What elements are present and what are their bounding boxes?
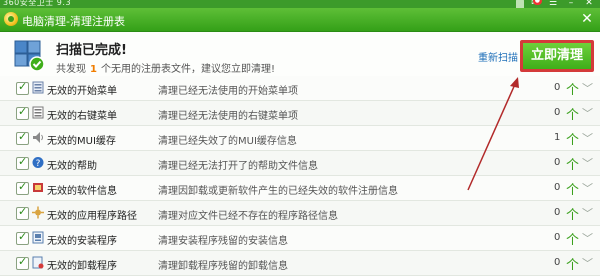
- chevron-down-icon[interactable]: ﹀: [582, 155, 593, 171]
- up-arrow-icon[interactable]: 个: [566, 204, 579, 223]
- up-arrow-icon[interactable]: 个: [566, 129, 579, 148]
- list-item[interactable]: 无效的安装程序 清理安装程序残留的安装信息 0个﹀: [0, 226, 600, 251]
- item-count: 0: [554, 82, 561, 93]
- item-description: 清理已经失效了的MUI缓存信息: [158, 136, 297, 147]
- dialog-title: 电脑清理-清理注册表: [22, 15, 125, 28]
- item-name: 无效的应用程序路径: [47, 211, 137, 222]
- list-item[interactable]: 无效的右键菜单 清理已经无法使用的右键菜单项 0个﹀: [0, 101, 600, 126]
- item-checkbox[interactable]: [16, 205, 29, 220]
- app-window-chrome: 360安全卫士 9.3 ✉● ☰ – ✕: [0, 0, 600, 8]
- up-arrow-icon[interactable]: 个: [566, 154, 579, 173]
- rescan-link[interactable]: 重新扫描: [478, 49, 518, 64]
- item-checkbox[interactable]: [16, 105, 29, 120]
- item-description: 清理已经无法使用的开始菜单项: [158, 86, 298, 97]
- chevron-down-icon[interactable]: ﹀: [582, 255, 593, 271]
- scan-complete-heading: 扫描已完成!: [56, 43, 127, 58]
- up-arrow-icon[interactable]: 个: [566, 179, 579, 198]
- item-description: 清理已经无法使用的右键菜单项: [158, 111, 298, 122]
- uninstaller-icon: [32, 256, 44, 269]
- item-name: 无效的MUI缓存: [47, 136, 116, 147]
- list-item[interactable]: 无效的卸载程序 清理卸载程序残留的卸载信息 0个﹀: [0, 251, 600, 276]
- list-item[interactable]: 无效的MUI缓存 清理已经失效了的MUI缓存信息 1个﹀: [0, 126, 600, 151]
- software-icon: [33, 183, 43, 192]
- chevron-down-icon[interactable]: ﹀: [582, 180, 593, 196]
- minimize-icon[interactable]: –: [564, 0, 578, 8]
- chevron-down-icon[interactable]: ﹀: [582, 105, 593, 121]
- registry-cubes-icon: [14, 40, 45, 72]
- item-count: 0: [554, 107, 561, 118]
- list-item[interactable]: ? 无效的帮助 清理已经无法打开了的帮助文件信息 0个﹀: [0, 151, 600, 176]
- item-count: 0: [554, 157, 561, 168]
- item-description: 清理卸载程序残留的卸载信息: [158, 261, 288, 272]
- app-logo-icon: [4, 12, 18, 26]
- notification-icon[interactable]: ✉●: [528, 0, 542, 8]
- chevron-down-icon[interactable]: ﹀: [582, 230, 593, 246]
- item-name: 无效的软件信息: [47, 186, 117, 197]
- close-icon[interactable]: ✕: [576, 9, 598, 29]
- app-path-icon: [32, 206, 44, 219]
- chevron-down-icon[interactable]: ﹀: [582, 130, 593, 146]
- list-item[interactable]: 无效的开始菜单 清理已经无法使用的开始菜单项 0个﹀: [0, 76, 600, 101]
- avatar-icon[interactable]: [516, 0, 524, 8]
- item-count: 1: [554, 132, 561, 143]
- chevron-down-icon[interactable]: ﹀: [582, 205, 593, 221]
- item-description: 清理对应文件已经不存在的程序路径信息: [158, 211, 338, 222]
- result-count: 1: [90, 64, 97, 75]
- item-count: 0: [554, 257, 561, 268]
- up-arrow-icon[interactable]: 个: [566, 254, 579, 273]
- speaker-icon: [33, 132, 43, 143]
- up-arrow-icon[interactable]: 个: [566, 104, 579, 123]
- item-count: 0: [554, 207, 561, 218]
- item-description: 清理安装程序残留的安装信息: [158, 236, 288, 247]
- result-prefix: 共发现: [56, 64, 86, 75]
- scan-result-text: 共发现 1 个无用的注册表文件，建议您立即清理!: [56, 60, 275, 75]
- app-title: 360安全卫士 9.3: [3, 0, 72, 7]
- clean-now-button[interactable]: 立即清理: [520, 40, 594, 72]
- up-arrow-icon[interactable]: 个: [566, 229, 579, 248]
- close-app-icon[interactable]: ✕: [582, 0, 596, 8]
- item-name: 无效的安装程序: [47, 236, 117, 247]
- list-item[interactable]: 无效的软件信息 清理因卸载或更新软件产生的已经失效的软件注册信息 0个﹀: [0, 176, 600, 201]
- result-suffix: 个无用的注册表文件，建议您立即清理!: [100, 64, 275, 75]
- chevron-down-icon[interactable]: ﹀: [582, 80, 593, 96]
- up-arrow-icon[interactable]: 个: [566, 79, 579, 98]
- registry-item-list: 无效的开始菜单清理已经无法使用的开始菜单项0个﹀无效的右键菜单清理已经无法使用的…: [0, 76, 600, 276]
- installer-icon: [32, 231, 44, 244]
- dialog-titlebar: 电脑清理-清理注册表 ✕: [0, 8, 600, 32]
- item-name: 无效的帮助: [47, 161, 97, 172]
- item-count: 0: [554, 232, 561, 243]
- item-description: 清理已经无法打开了的帮助文件信息: [158, 161, 318, 172]
- help-icon: ?: [32, 157, 44, 169]
- list-item[interactable]: 无效的应用程序路径 清理对应文件已经不存在的程序路径信息 0个﹀: [0, 201, 600, 226]
- menu-icon[interactable]: ☰: [546, 0, 560, 8]
- item-description: 清理因卸载或更新软件产生的已经失效的软件注册信息: [158, 186, 398, 197]
- item-checkbox[interactable]: [16, 230, 29, 245]
- item-checkbox[interactable]: [16, 130, 29, 145]
- item-checkbox[interactable]: [16, 155, 29, 170]
- item-name: 无效的开始菜单: [47, 86, 117, 97]
- item-name: 无效的卸载程序: [47, 261, 117, 272]
- item-checkbox[interactable]: [16, 180, 29, 195]
- context-menu-icon: [32, 106, 44, 119]
- item-checkbox[interactable]: [16, 255, 29, 270]
- svg-text:?: ?: [36, 159, 41, 169]
- item-checkbox[interactable]: [16, 80, 29, 95]
- item-name: 无效的右键菜单: [47, 111, 117, 122]
- item-count: 0: [554, 182, 561, 193]
- start-menu-icon: [32, 81, 44, 94]
